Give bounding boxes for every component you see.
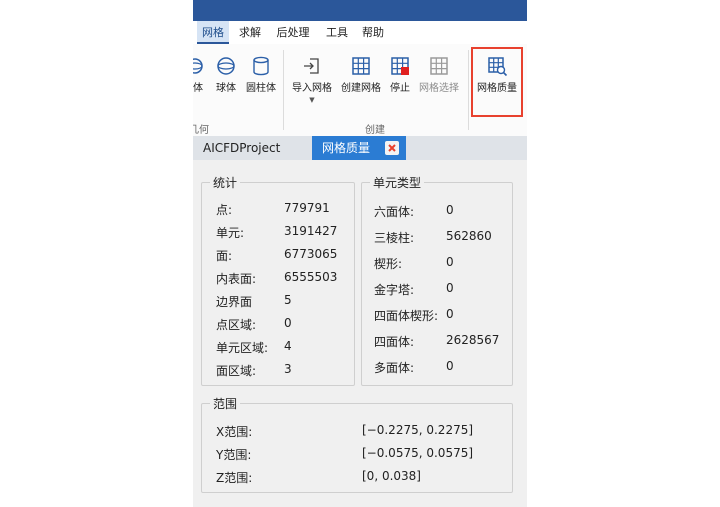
cylinder-icon	[243, 50, 279, 82]
range-title: 范围	[210, 395, 241, 412]
ribbon-separator	[283, 50, 284, 130]
app-window: 网格 求解 后处理 工具 帮助 体 球体 圆柱体 几何 导入网格 ▼ 创建网格 …	[193, 0, 527, 507]
close-icon[interactable]	[385, 141, 399, 155]
cell-type-value: 2628567	[446, 333, 500, 347]
stat-label: 面区域:	[216, 364, 257, 378]
mesh-select-label: 网格选择	[419, 83, 459, 94]
import-mesh-icon	[287, 50, 337, 82]
cell-type-value: 0	[446, 255, 454, 269]
stat-value: 6555503	[284, 270, 338, 284]
stat-value: 4	[284, 339, 292, 353]
stat-label: 点:	[216, 203, 233, 217]
import-mesh-button[interactable]: 导入网格 ▼	[287, 50, 337, 104]
cell-type-label: 六面体:	[374, 205, 415, 219]
create-mesh-label: 创建网格	[341, 83, 381, 94]
stat-label: 单元区域:	[216, 341, 269, 355]
stop-label: 停止	[390, 83, 410, 94]
stat-value: 6773065	[284, 247, 338, 261]
ribbon: 体 球体 圆柱体 几何 导入网格 ▼ 创建网格 停止 网格选择 创建 网格质量	[193, 44, 527, 137]
range-label: X范围:	[216, 425, 253, 439]
cell-type-label: 多面体:	[374, 361, 415, 375]
range-value: [−0.0575, 0.0575]	[362, 446, 474, 460]
range-value: [−0.2275, 0.2275]	[362, 423, 474, 437]
cell-types-group: 单元类型 六面体: 0 三棱柱: 562860 楔形: 0 金字塔: 0 四面体…	[361, 174, 513, 386]
create-mesh-icon	[339, 50, 383, 82]
stat-value: 5	[284, 293, 292, 307]
dropdown-arrow-icon[interactable]: ▼	[287, 96, 337, 104]
cell-type-label: 四面体:	[374, 335, 415, 349]
cell-type-value: 0	[446, 359, 454, 373]
mesh-select-button[interactable]: 网格选择	[417, 50, 461, 96]
cell-type-label: 楔形:	[374, 257, 403, 271]
group-label-geometry: 几何	[193, 125, 209, 136]
ribbon-separator	[468, 50, 469, 130]
cell-type-value: 562860	[446, 229, 492, 243]
range-value: [0, 0.038]	[362, 469, 421, 483]
cylinder-button[interactable]: 圆柱体	[243, 50, 279, 96]
sphere-label: 球体	[216, 83, 236, 94]
range-label: Z范围:	[216, 471, 253, 485]
cell-type-label: 金字塔:	[374, 283, 415, 297]
stat-label: 边界面	[216, 295, 253, 309]
document-tab-bar: AICFDProject 网格质量	[193, 136, 527, 160]
menu-bar: 网格 求解 后处理 工具 帮助	[193, 21, 527, 44]
cell-type-value: 0	[446, 281, 454, 295]
menu-tab-help[interactable]: 帮助	[357, 21, 389, 44]
stat-label: 内表面:	[216, 272, 257, 286]
title-bar	[193, 0, 527, 21]
range-label: Y范围:	[216, 448, 252, 462]
stop-icon	[385, 50, 415, 82]
cell-type-label: 四面体楔形:	[374, 309, 439, 323]
stat-label: 单元:	[216, 226, 245, 240]
stat-value: 3191427	[284, 224, 338, 238]
sphere-partial-icon	[193, 50, 209, 82]
stat-label: 点区域:	[216, 318, 257, 332]
cell-types-title: 单元类型	[370, 174, 425, 191]
sphere-icon	[213, 50, 239, 82]
mesh-select-icon	[417, 50, 461, 82]
stat-value: 3	[284, 362, 292, 376]
cylinder-label: 圆柱体	[246, 83, 276, 94]
create-mesh-button[interactable]: 创建网格	[339, 50, 383, 96]
range-group: 范围 X范围: [−0.2275, 0.2275] Y范围: [−0.0575,…	[201, 395, 513, 493]
cell-type-label: 三棱柱:	[374, 231, 415, 245]
cell-type-value: 0	[446, 307, 454, 321]
menu-tab-tools[interactable]: 工具	[321, 21, 353, 44]
sphere-button[interactable]: 球体	[213, 50, 239, 96]
stop-button[interactable]: 停止	[385, 50, 415, 96]
highlight-box	[471, 47, 523, 117]
tab-aicfd-project[interactable]: AICFDProject	[193, 136, 311, 160]
group-label-create: 创建	[365, 125, 385, 136]
import-mesh-label: 导入网格	[292, 83, 332, 94]
stat-label: 面:	[216, 249, 233, 263]
menu-tab-mesh[interactable]: 网格	[197, 21, 229, 44]
stat-value: 0	[284, 316, 292, 330]
ribbon-partial-button[interactable]: 体	[193, 50, 209, 96]
tab-quality-label: 网格质量	[322, 141, 371, 155]
ribbon-partial-label: 体	[193, 83, 203, 94]
menu-tab-postprocess[interactable]: 后处理	[271, 21, 315, 44]
stat-value: 779791	[284, 201, 330, 215]
stats-group: 统计 点: 779791 单元: 3191427 面: 6773065 内表面:…	[201, 174, 355, 386]
tab-project-label: AICFDProject	[203, 141, 281, 155]
tab-mesh-quality[interactable]: 网格质量	[312, 136, 406, 160]
stats-title: 统计	[210, 174, 241, 191]
menu-tab-solve[interactable]: 求解	[233, 21, 267, 44]
cell-type-value: 0	[446, 203, 454, 217]
mesh-quality-panel: 统计 点: 779791 单元: 3191427 面: 6773065 内表面:…	[193, 160, 527, 507]
